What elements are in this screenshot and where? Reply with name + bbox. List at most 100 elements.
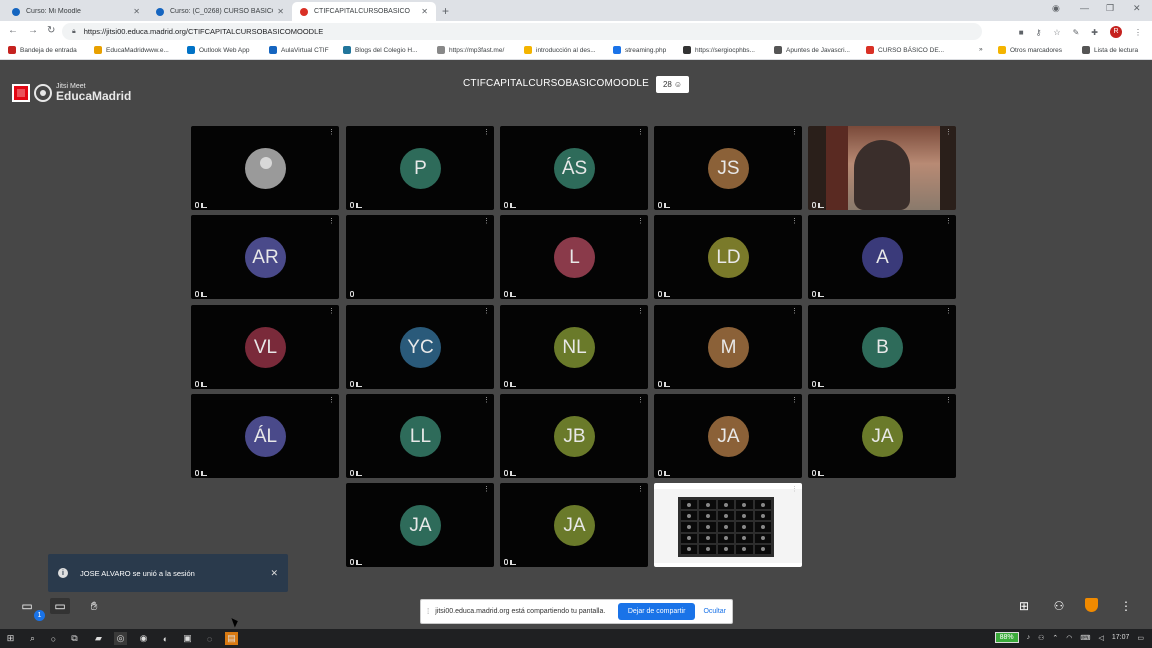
tray-chevron-icon[interactable]: ⌃	[1052, 634, 1058, 642]
invite-people-icon[interactable]: ⚇	[1051, 598, 1067, 614]
microphone-icon[interactable]: ♪	[1027, 634, 1031, 641]
tile-menu-icon[interactable]: ⋮	[791, 218, 798, 225]
chrome-icon[interactable]: ◎	[114, 632, 127, 645]
tile-menu-icon[interactable]: ⋮	[483, 397, 490, 404]
bookmark-item[interactable]: https://sergiocphbs...	[683, 46, 755, 54]
participant-tile[interactable]: JA ⋮	[654, 394, 802, 478]
url-field[interactable]: 🔒︎ https://jitsi00.educa.madrid.org/CTIF…	[62, 23, 982, 40]
participant-count-badge[interactable]: 28 ☺	[656, 76, 689, 93]
tile-menu-icon[interactable]: ⋮	[483, 308, 490, 315]
key-icon[interactable]: ⚷	[1036, 28, 1042, 37]
tile-menu-icon[interactable]: ⋮	[637, 218, 644, 225]
tile-menu-icon[interactable]: ⋮	[328, 397, 335, 404]
bookmark-item[interactable]: AulaVirtual CTIF	[269, 46, 329, 54]
participant-tile[interactable]: P ⋮	[346, 126, 494, 210]
clock[interactable]: 17:07	[1112, 634, 1130, 641]
tile-menu-icon[interactable]: ⋮	[791, 397, 798, 404]
browser-menu-icon[interactable]: ⋮	[1134, 28, 1142, 37]
participant-tile[interactable]: AR ⋮	[191, 215, 339, 299]
participant-tile[interactable]: B ⋮	[808, 305, 956, 389]
tile-menu-icon[interactable]: ⋮	[483, 129, 490, 136]
bookmark-folder[interactable]: Otros marcadores	[998, 46, 1062, 54]
drag-handle-icon[interactable]: ⁞	[427, 607, 429, 616]
tile-view-icon[interactable]: ⊞	[1016, 598, 1032, 614]
participant-tile[interactable]: L ⋮	[500, 215, 648, 299]
participant-tile[interactable]: JA ⋮	[346, 483, 494, 567]
participant-tile[interactable]: JA ⋮	[500, 483, 648, 567]
camera-icon[interactable]: ■	[1019, 28, 1024, 37]
puzzle-icon[interactable]: ✚	[1091, 28, 1098, 37]
tab-close-icon[interactable]: ✕	[421, 7, 428, 16]
stop-sharing-button[interactable]: Dejar de compartir	[617, 603, 696, 620]
participant-tile[interactable]: JA ⋮	[808, 394, 956, 478]
tile-menu-icon[interactable]: ⋮	[945, 397, 952, 404]
raise-hand-icon[interactable]: ✋︎	[86, 598, 102, 614]
reading-list[interactable]: Lista de lectura	[1082, 46, 1138, 54]
bookmark-item[interactable]: https://mp3fast.me/	[437, 46, 504, 54]
screen-share-icon[interactable]: ▭	[50, 598, 70, 614]
browser-tab-mi-moodle[interactable]: Curso: Mi Moodle ✕	[4, 2, 148, 21]
tab-close-icon[interactable]: ✕	[133, 7, 140, 16]
back-arrow-icon[interactable]: ←	[8, 25, 18, 36]
tile-menu-icon[interactable]: ⋮	[945, 129, 952, 136]
participant-tile[interactable]: A ⋮	[808, 215, 956, 299]
tile-menu-icon[interactable]: ⋮	[791, 129, 798, 136]
tile-menu-icon[interactable]: ⋮	[791, 308, 798, 315]
bookmarks-overflow-button[interactable]: »	[979, 46, 983, 53]
bookmark-item[interactable]: Outlook Web App	[187, 46, 249, 54]
tile-menu-icon[interactable]: ⋮	[483, 218, 490, 225]
participant-tile[interactable]: ⋮	[346, 215, 494, 299]
tile-menu-icon[interactable]: ⋮	[637, 129, 644, 136]
tile-menu-icon[interactable]: ⋮	[483, 486, 490, 493]
educamadrid-logo[interactable]: Jitsi Meet EducaMadrid	[12, 83, 131, 102]
bookmark-item[interactable]: CURSO BÁSICO DE...	[866, 46, 944, 54]
tile-menu-icon[interactable]: ⋮	[791, 486, 798, 493]
tile-menu-icon[interactable]: ⋮	[637, 397, 644, 404]
tile-menu-icon[interactable]: ⋮	[328, 218, 335, 225]
reload-icon[interactable]: ↻	[47, 25, 55, 36]
notifications-icon[interactable]: ▭	[1137, 634, 1144, 642]
browser-tab-jitsi[interactable]: CTIFCAPITALCURSOBASICO ✕	[292, 2, 436, 21]
volume-icon[interactable]: ◁	[1098, 634, 1103, 642]
bookmark-item[interactable]: Blogs del Colegio H...	[343, 46, 418, 54]
bookmark-item[interactable]: Apuntes de Javascri...	[774, 46, 850, 54]
task-view-icon[interactable]: ⧉	[68, 632, 81, 645]
bookmark-item[interactable]: EducaMadridwww.e...	[94, 46, 169, 54]
bookmark-item[interactable]: introducción al des...	[524, 46, 596, 54]
bookmark-item[interactable]: Bandeja de entrada	[8, 46, 77, 54]
wifi-icon[interactable]: ◠	[1066, 634, 1072, 642]
hide-button[interactable]: Ocultar	[703, 608, 726, 615]
forward-arrow-icon[interactable]: →	[28, 25, 38, 36]
tile-menu-icon[interactable]: ⋮	[328, 129, 335, 136]
firefox-icon[interactable]: ◉	[137, 632, 150, 645]
edge-icon[interactable]: ◐	[159, 632, 172, 645]
participant-tile[interactable]: LL ⋮	[346, 394, 494, 478]
bookmark-item[interactable]: streaming.php	[613, 46, 666, 54]
tile-menu-icon[interactable]: ⋮	[945, 218, 952, 225]
participant-tile[interactable]: JS ⋮	[654, 126, 802, 210]
participant-tile[interactable]: M ⋮	[654, 305, 802, 389]
tile-menu-icon[interactable]: ⋮	[328, 308, 335, 315]
new-tab-button[interactable]: +	[442, 4, 449, 18]
participant-tile[interactable]: ÁS ⋮	[500, 126, 648, 210]
tile-menu-icon[interactable]: ⋮	[945, 308, 952, 315]
maximize-icon[interactable]: ❐	[1106, 3, 1114, 14]
more-options-icon[interactable]: ⋮	[1118, 598, 1134, 614]
chat-icon[interactable]: ▭	[19, 598, 35, 614]
participant-tile[interactable]: ⋮	[191, 126, 339, 210]
people-icon[interactable]: ⚇	[1038, 634, 1044, 642]
star-icon[interactable]: ☆	[1053, 28, 1060, 37]
tab-close-icon[interactable]: ✕	[277, 7, 284, 16]
participant-tile-video[interactable]: ⋮	[808, 126, 956, 210]
security-shield-icon[interactable]	[1085, 598, 1098, 612]
profile-avatar[interactable]: R	[1110, 26, 1122, 38]
participant-tile[interactable]: LD ⋮	[654, 215, 802, 299]
presentation-app-icon[interactable]: ▤	[225, 632, 238, 645]
keyboard-icon[interactable]: ⌨	[1080, 634, 1090, 642]
participant-tile[interactable]: VL ⋮	[191, 305, 339, 389]
tab-search-icon[interactable]: ◉	[1052, 3, 1060, 14]
participant-tile[interactable]: YC ⋮	[346, 305, 494, 389]
participant-tile[interactable]: ÁL ⋮	[191, 394, 339, 478]
file-explorer-icon[interactable]: ▰	[92, 632, 105, 645]
app-icon[interactable]: ▣	[181, 632, 194, 645]
